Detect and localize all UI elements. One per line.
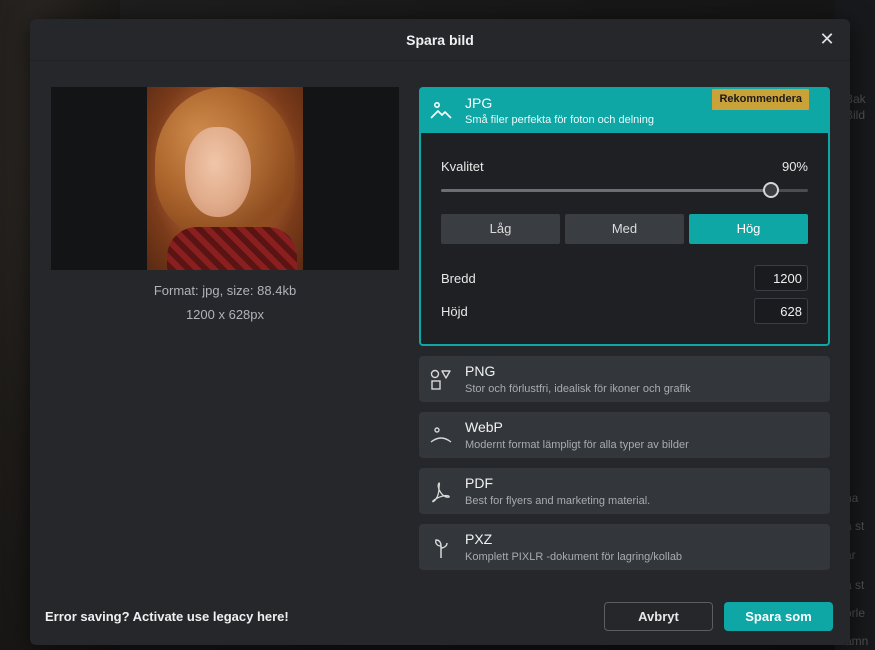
close-icon[interactable]: ✕ xyxy=(818,30,836,48)
format-desc: Best for flyers and marketing material. xyxy=(465,495,651,507)
format-list: JPG Små filer perfekta för foton och del… xyxy=(419,87,830,580)
height-label: Höjd xyxy=(441,303,468,319)
width-label: Bredd xyxy=(441,270,476,286)
quality-low-button[interactable]: Låg xyxy=(441,214,560,244)
quality-value: 90% xyxy=(781,159,808,174)
format-name: WebP xyxy=(465,419,503,435)
height-input[interactable] xyxy=(754,298,808,324)
format-name: PXZ xyxy=(465,531,493,547)
preview-format-info: Format: jpg, size: 88.4kb xyxy=(153,283,297,298)
format-name: PDF xyxy=(465,475,493,491)
format-name: JPG xyxy=(465,95,493,111)
preview-photo xyxy=(147,87,303,270)
width-row: Bredd xyxy=(441,265,808,291)
height-row: Höjd xyxy=(441,298,808,324)
image-icon xyxy=(430,101,452,119)
dialog-header: Spara bild ✕ xyxy=(30,19,850,61)
format-card-png[interactable]: PNG Stor och förlustfri, idealisk för ik… xyxy=(419,356,830,402)
format-desc: Komplett PIXLR -dokument för lagring/kol… xyxy=(465,551,683,563)
pdf-icon xyxy=(432,482,450,503)
quality-med-button[interactable]: Med xyxy=(565,214,684,244)
photo-face xyxy=(185,127,251,217)
format-card-pxz[interactable]: PXZ Komplett PIXLR -dokument för lagring… xyxy=(419,524,830,570)
format-card-pdf[interactable]: PDF Best for flyers and marketing materi… xyxy=(419,468,830,514)
save-as-button[interactable]: Spara som xyxy=(724,602,833,631)
quality-slider[interactable] xyxy=(441,182,808,198)
preview-dimensions: 1200 x 628px xyxy=(185,307,265,322)
quality-presets: Låg Med Hög xyxy=(441,214,808,244)
format-desc: Stor och förlustfri, idealisk för ikoner… xyxy=(465,383,691,395)
format-card-webp[interactable]: WebP Modernt format lämpligt för alla ty… xyxy=(419,412,830,458)
format-desc: Små filer perfekta för foton och delning xyxy=(465,114,654,126)
jpg-header[interactable]: JPG Små filer perfekta för foton och del… xyxy=(421,89,828,133)
cancel-button[interactable]: Avbryt xyxy=(604,602,713,631)
width-input[interactable] xyxy=(754,265,808,291)
image-preview xyxy=(51,87,399,270)
quality-row: Kvalitet 90% xyxy=(441,159,808,174)
pxz-icon xyxy=(435,539,448,558)
save-image-dialog: Spara bild ✕ Format: jpg, size: 88.4kb 1… xyxy=(30,19,850,645)
format-card-jpg[interactable]: JPG Små filer perfekta för foton och del… xyxy=(419,87,830,346)
format-desc: Modernt format lämpligt för alla typer a… xyxy=(465,439,689,451)
quality-label: Kvalitet xyxy=(441,159,484,174)
dialog-title: Spara bild xyxy=(406,31,474,48)
slider-fill xyxy=(441,189,772,192)
slider-thumb[interactable] xyxy=(763,182,780,198)
legacy-save-link[interactable]: Error saving? Activate use legacy here! xyxy=(45,609,289,624)
recommended-badge: Rekommendera xyxy=(712,89,809,110)
photo-clothing xyxy=(167,227,297,270)
shapes-icon xyxy=(430,369,451,390)
webp-icon xyxy=(430,427,452,443)
quality-high-button[interactable]: Hög xyxy=(689,214,808,244)
format-name: PNG xyxy=(465,363,496,379)
